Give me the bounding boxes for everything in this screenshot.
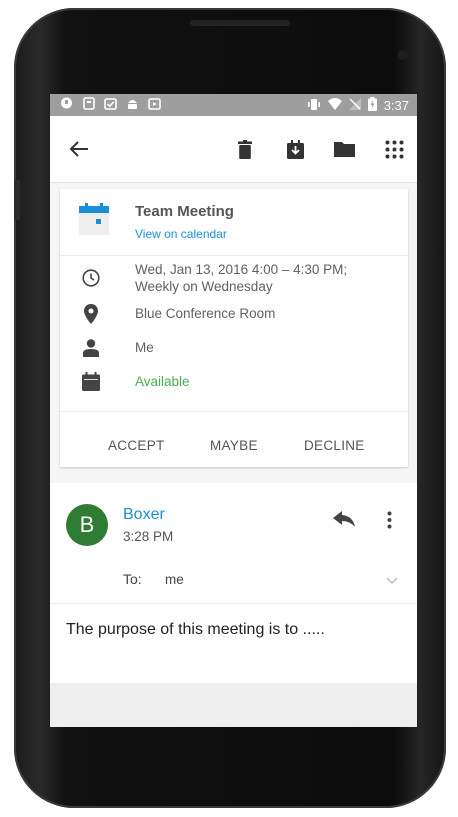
view-on-calendar-link[interactable]: View on calendar	[135, 227, 227, 241]
apps-grid-icon[interactable]	[381, 136, 407, 162]
event-card: Team Meeting View on calendar Wed, Jan 1…	[60, 189, 408, 467]
divider	[60, 255, 408, 256]
speaker-grill	[190, 20, 290, 26]
divider	[50, 603, 417, 604]
event-organizer: Me	[135, 340, 154, 355]
event-datetime-line1: Wed, Jan 13, 2016 4:00 – 4:30 PM;	[135, 262, 348, 277]
decline-button[interactable]: DECLINE	[304, 425, 365, 467]
message-body: The purpose of this meeting is to .....	[66, 621, 325, 638]
back-arrow-icon[interactable]	[66, 136, 92, 162]
chevron-down-icon[interactable]	[386, 572, 398, 590]
front-camera	[398, 50, 408, 60]
event-datetime-line2: Weekly on Wednesday	[135, 279, 273, 294]
calendar-icon	[79, 203, 109, 240]
reply-icon[interactable]	[333, 511, 355, 532]
avatar[interactable]: B	[66, 504, 108, 546]
toolbar	[50, 116, 417, 183]
maybe-button[interactable]: MAYBE	[210, 425, 258, 467]
invite-card-area: Team Meeting View on calendar Wed, Jan 1…	[50, 183, 417, 483]
notification-video-icon	[148, 97, 161, 111]
event-location: Blue Conference Room	[135, 306, 276, 321]
signal-icon	[348, 98, 361, 113]
trash-icon[interactable]	[232, 136, 258, 162]
notification-sim-icon	[82, 97, 95, 111]
bottom-area	[50, 683, 417, 727]
screen: 3:37 Team Meeting View on calendar Wed, …	[50, 94, 417, 727]
event-datetime: Wed, Jan 13, 2016 4:00 – 4:30 PM; Weekly…	[135, 261, 347, 295]
clock-icon	[80, 267, 102, 289]
rsvp-actions: ACCEPT MAYBE DECLINE	[60, 425, 408, 467]
calendar-small-icon	[80, 370, 102, 392]
status-time: 3:37	[383, 98, 409, 113]
message-time: 3:28 PM	[123, 529, 174, 544]
status-bar: 3:37	[50, 94, 417, 116]
vibrate-icon	[307, 98, 321, 114]
event-title: Team Meeting	[135, 203, 234, 220]
sender-name[interactable]: Boxer	[123, 506, 165, 524]
wifi-icon	[327, 98, 342, 113]
location-pin-icon	[80, 303, 102, 325]
folder-icon[interactable]	[331, 136, 357, 162]
to-value: me	[165, 572, 184, 587]
event-availability: Available	[135, 374, 190, 389]
divider	[60, 411, 408, 412]
battery-icon	[367, 97, 377, 114]
volume-button	[14, 180, 20, 220]
accept-button[interactable]: ACCEPT	[108, 425, 165, 467]
person-icon	[80, 337, 102, 359]
notification-android-icon	[126, 97, 139, 111]
message-item: B Boxer 3:28 PM To: me The purpose of th…	[50, 483, 417, 683]
notification-check-icon	[104, 97, 117, 111]
notification-chat-icon	[60, 97, 73, 111]
archive-down-icon[interactable]	[282, 136, 308, 162]
more-vert-icon[interactable]	[387, 511, 392, 534]
to-label: To:	[123, 571, 142, 587]
event-header: Team Meeting View on calendar	[60, 189, 408, 249]
